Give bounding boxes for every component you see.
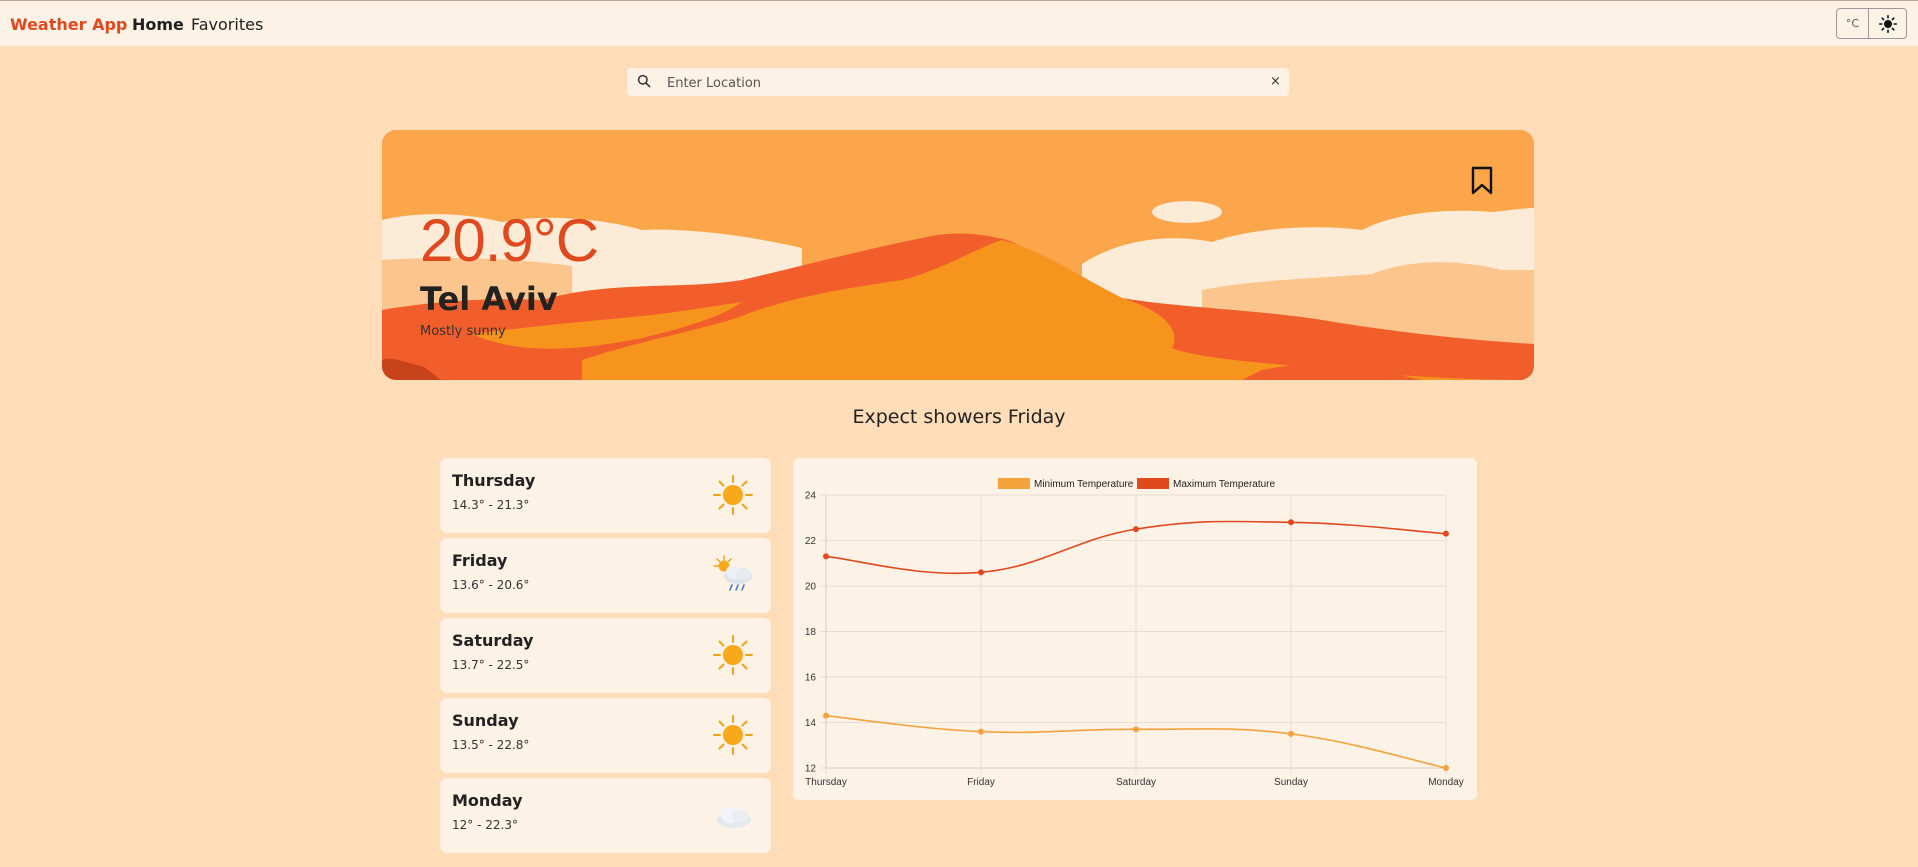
day-temperature-range: 13.6° - 20.6° <box>452 578 530 592</box>
y-tick-label: 24 <box>805 491 817 502</box>
x-tick-label: Thursday <box>805 777 847 788</box>
nav-home-link[interactable]: Home <box>132 15 184 34</box>
data-point <box>1288 730 1294 737</box>
x-tick-label: Monday <box>1428 777 1464 788</box>
x-tick-label: Friday <box>967 777 995 788</box>
y-tick-label: 12 <box>805 764 817 775</box>
forecast-day-card[interactable]: Monday 12° - 22.3° <box>440 778 771 853</box>
data-point <box>978 728 984 735</box>
x-tick-label: Sunday <box>1274 777 1308 788</box>
brand-logo[interactable]: Weather App <box>10 15 127 34</box>
city-name: Tel Aviv <box>420 280 558 318</box>
day-temperature-range: 13.5° - 22.8° <box>452 738 530 752</box>
search-icon <box>637 74 651 88</box>
search-bar: × <box>627 68 1289 96</box>
sunny-icon <box>713 475 753 515</box>
temperature-chart: 12 14 16 18 20 22 24 Thursday Friday Saturday Sund… <box>793 458 1477 800</box>
temperature-line-chart: 12 14 16 18 20 22 24 Thursday Friday Saturday Sund… <box>805 478 1464 788</box>
cloud-icon <box>717 807 751 828</box>
data-point <box>978 569 984 576</box>
nav-favorites-link[interactable]: Favorites <box>191 15 263 34</box>
day-temperature-range: 13.7° - 22.5° <box>452 658 530 672</box>
y-tick-label: 16 <box>805 673 817 684</box>
day-name: Monday <box>452 791 523 810</box>
weather-description: Mostly sunny <box>420 324 506 339</box>
data-point <box>823 553 829 560</box>
forecast-day-card[interactable]: Sunday 13.5° - 22.8° <box>440 698 771 773</box>
y-tick-label: 14 <box>805 718 817 729</box>
unit-toggle-button[interactable]: °C <box>1836 8 1869 39</box>
legend-label: Minimum Temperature <box>1034 479 1134 490</box>
legend-swatch <box>1137 478 1169 489</box>
bookmark-icon[interactable] <box>1470 166 1494 196</box>
sun-icon <box>1878 14 1897 33</box>
legend-swatch <box>998 478 1030 489</box>
day-temperature-range: 14.3° - 21.3° <box>452 498 530 512</box>
data-point <box>1443 765 1449 771</box>
y-tick-label: 20 <box>805 582 817 593</box>
location-search-input[interactable] <box>665 71 1249 95</box>
data-point <box>1133 526 1139 533</box>
forecast-day-card[interactable]: Thursday 14.3° - 21.3° <box>440 458 771 533</box>
x-tick-label: Saturday <box>1116 777 1156 788</box>
sun-cloud-rain-icon <box>713 555 752 591</box>
current-weather-card: 20.9°C Tel Aviv Mostly sunny <box>382 130 1534 380</box>
data-point <box>1288 519 1294 526</box>
clear-search-button[interactable]: × <box>1270 74 1281 90</box>
forecast-headline: Expect showers Friday <box>852 406 1066 428</box>
day-name: Sunday <box>452 711 519 730</box>
sunny-icon <box>713 635 753 675</box>
data-point <box>1443 530 1449 537</box>
forecast-day-card[interactable]: Friday 13.6° - 20.6° <box>440 538 771 613</box>
sunny-icon <box>713 715 753 755</box>
legend-label: Maximum Temperature <box>1173 479 1276 490</box>
data-point <box>1133 726 1139 733</box>
y-tick-label: 22 <box>805 536 817 547</box>
day-name: Saturday <box>452 631 534 650</box>
y-tick-label: 18 <box>805 627 817 638</box>
theme-toggle-button[interactable] <box>1868 8 1907 39</box>
forecast-day-card[interactable]: Saturday 13.7° - 22.5° <box>440 618 771 693</box>
data-point <box>823 712 829 719</box>
current-temperature: 20.9°C <box>420 207 599 274</box>
navbar: Weather App Home Favorites °C <box>0 0 1918 46</box>
day-name: Thursday <box>452 471 536 490</box>
day-name: Friday <box>452 551 508 570</box>
day-temperature-range: 12° - 22.3° <box>452 818 518 832</box>
